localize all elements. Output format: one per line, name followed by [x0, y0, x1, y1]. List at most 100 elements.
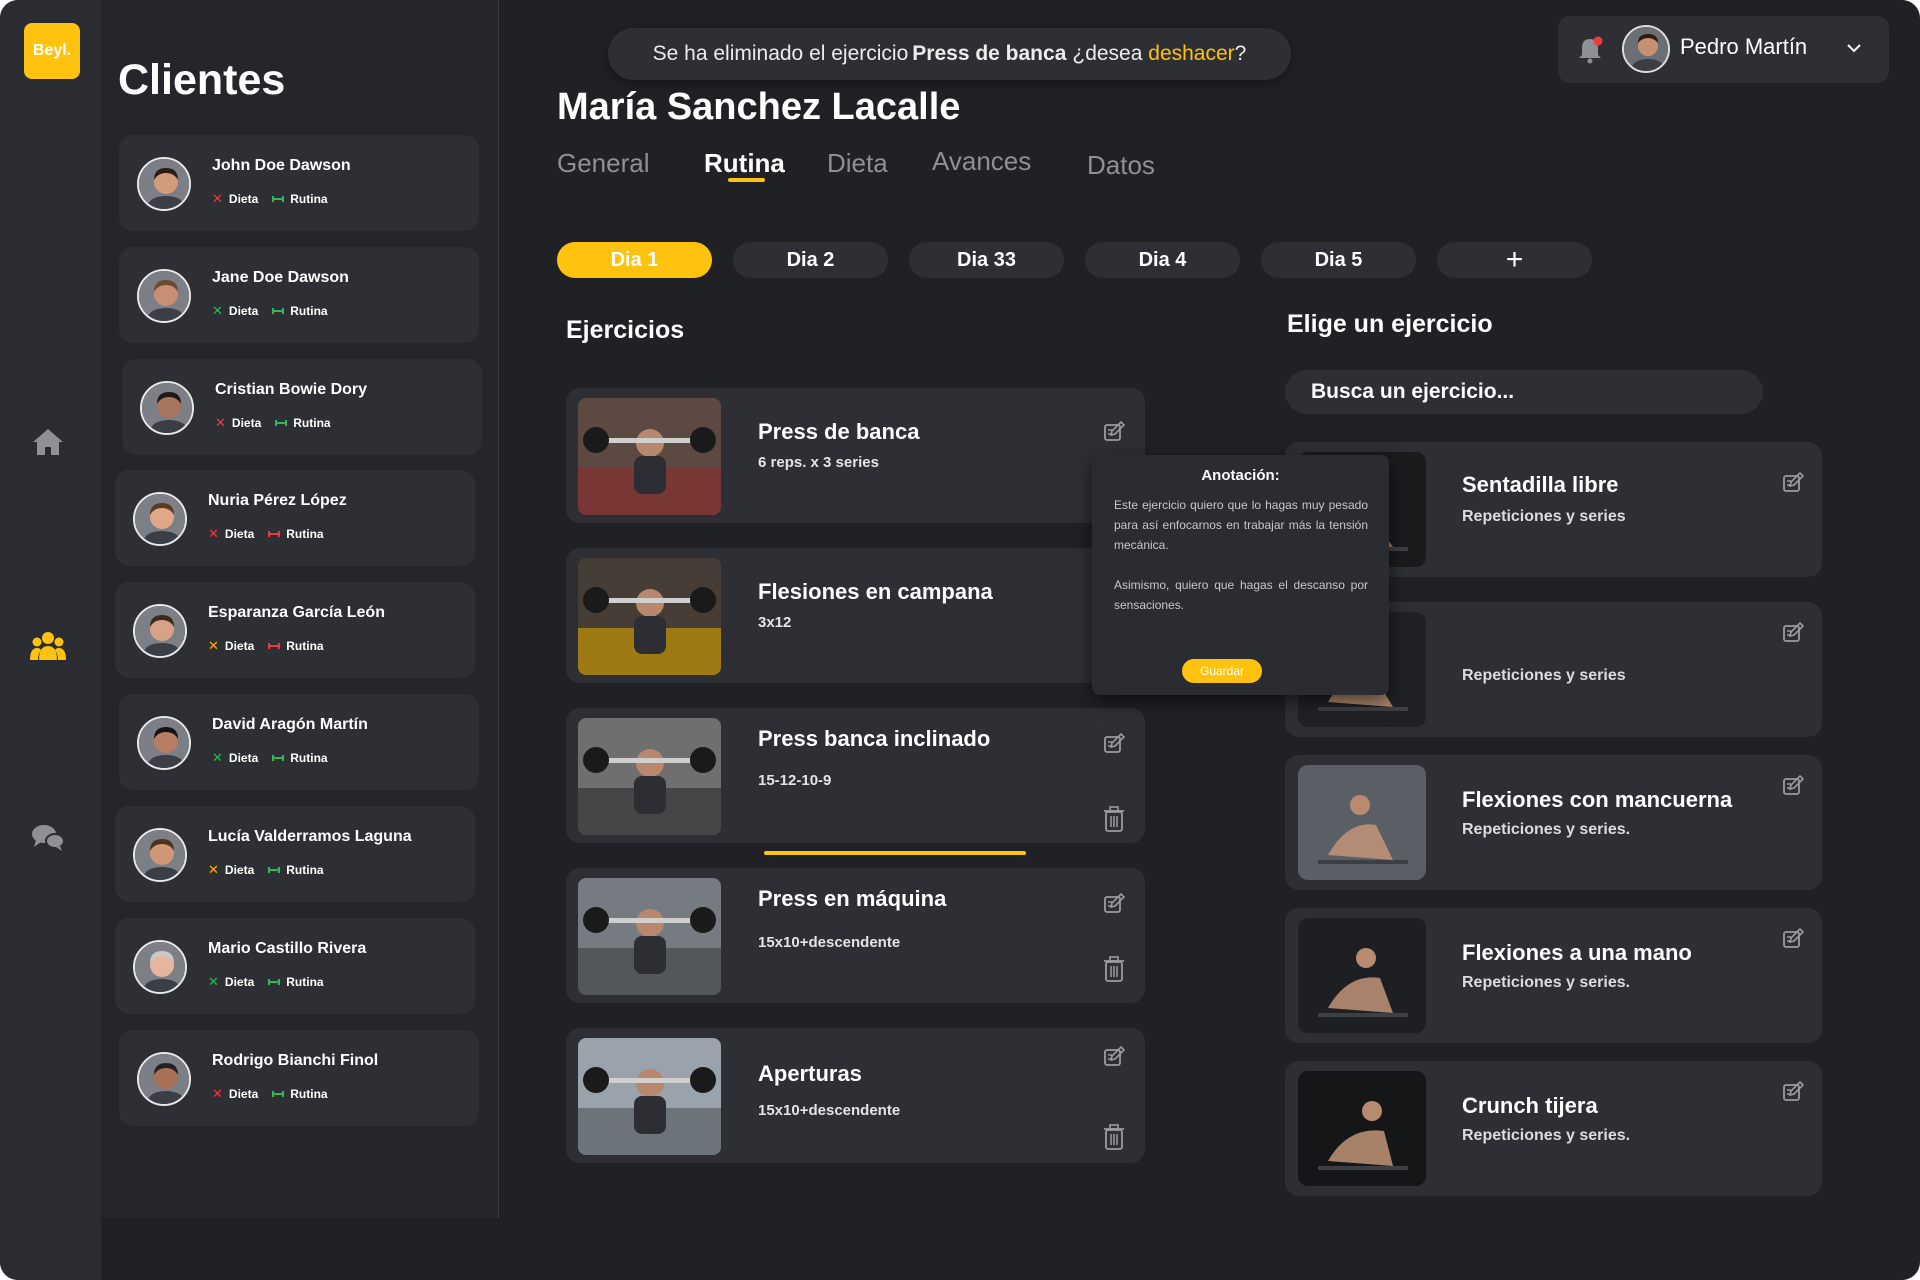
client-card[interactable]: Esparanza García León ✕ Dieta Rutina [115, 582, 475, 678]
day-pill-33[interactable]: Dia 33 [909, 242, 1064, 278]
catalog-exercise-detail: Repeticiones y series. [1462, 821, 1631, 838]
catalog-exercise-name: Crunch tijera [1462, 1093, 1598, 1118]
dieta-status-icon: ✕ [208, 974, 219, 989]
client-status-tags: ✕ Dieta Rutina [212, 303, 328, 319]
client-status-tags: ✕ Dieta Rutina [212, 191, 328, 207]
dieta-tag: ✕ Dieta [212, 303, 258, 319]
rutina-label: Rutina [290, 192, 328, 206]
rutina-tag: Rutina [268, 527, 324, 542]
add-day-button[interactable]: + [1437, 242, 1592, 278]
dieta-status-icon: ✕ [215, 415, 226, 430]
catalog-exercise-card[interactable]: Crunch tijera Repeticiones y series. [1285, 1061, 1822, 1196]
client-avatar [137, 1052, 191, 1106]
client-card[interactable]: Cristian Bowie Dory ✕ Dieta Rutina [122, 359, 482, 455]
exercise-search-input[interactable] [1285, 370, 1763, 414]
edit-icon[interactable] [1782, 774, 1805, 797]
client-avatar [133, 604, 187, 658]
chat-icon[interactable] [28, 818, 68, 858]
exercise-card[interactable]: Press banca inclinado 15-12-10-9 [566, 708, 1145, 843]
dieta-label: Dieta [228, 1087, 259, 1101]
dieta-status-icon: ✕ [208, 862, 219, 877]
trash-icon[interactable] [1103, 1124, 1125, 1150]
dieta-status-icon: ✕ [212, 191, 223, 206]
client-status-tags: ✕ Dieta Rutina [208, 638, 324, 654]
edit-icon[interactable] [1782, 471, 1805, 494]
catalog-exercise-detail: Repeticiones y series [1462, 667, 1626, 684]
edit-icon[interactable] [1782, 621, 1805, 644]
client-avatar [133, 828, 187, 882]
client-card[interactable]: Rodrigo Bianchi Finol ✕ Dieta Rutina [119, 1030, 479, 1126]
edit-icon[interactable] [1782, 927, 1805, 950]
client-name: John Doe Dawson [212, 157, 351, 174]
catalog-exercise-card[interactable]: Flexiones a una mano Repeticiones y serie… [1285, 908, 1822, 1043]
tab-dieta[interactable]: Dieta [827, 148, 888, 179]
rutina-label: Rutina [293, 416, 331, 430]
dieta-tag: ✕ Dieta [208, 974, 254, 990]
exercise-name: Press de banca [758, 419, 920, 444]
exercise-card[interactable]: Flesiones en campana 3x12 [566, 548, 1145, 683]
client-status-tags: ✕ Dieta Rutina [208, 526, 324, 542]
client-avatar [140, 381, 194, 435]
edit-icon[interactable] [1782, 1080, 1805, 1103]
day-pill-1[interactable]: Dia 1 [557, 242, 712, 278]
dieta-label: Dieta [228, 304, 259, 318]
edit-icon[interactable] [1103, 1045, 1126, 1068]
exercise-card[interactable]: Aperturas 15x10+descendente [566, 1028, 1145, 1163]
client-name: Nuria Pérez López [208, 492, 347, 509]
exercise-card[interactable]: Press en máquina 15x10+descendente [566, 868, 1145, 1003]
catalog-exercise-card[interactable]: Flexiones con mancuerna Repeticiones y se… [1285, 755, 1822, 890]
dieta-tag: ✕ Dieta [208, 638, 254, 654]
exercise-image [578, 398, 721, 515]
rutina-label: Rutina [286, 527, 324, 541]
edit-icon[interactable] [1103, 420, 1126, 443]
tab-rutina[interactable]: Rutina [704, 148, 785, 179]
client-avatar [137, 716, 191, 770]
tab-avances[interactable]: Avances [932, 146, 1031, 177]
day-pill-5[interactable]: Dia 5 [1261, 242, 1416, 278]
undo-link[interactable]: deshacer [1148, 42, 1234, 66]
day-pill-2[interactable]: Dia 2 [733, 242, 888, 278]
client-card[interactable]: Jane Doe Dawson ✕ Dieta Rutina [119, 247, 479, 343]
exercise-detail: 15x10+descendente [758, 1102, 901, 1119]
exercises-title: Ejercicios [566, 316, 685, 344]
drop-indicator [764, 851, 1026, 855]
day-pill-4[interactable]: Dia 4 [1085, 242, 1240, 278]
brand-logo[interactable]: Beyl. [24, 23, 80, 79]
notification-bell-icon[interactable] [1576, 36, 1604, 69]
edit-icon[interactable] [1103, 732, 1126, 755]
home-icon[interactable] [28, 422, 68, 462]
tab-datos[interactable]: Datos [1087, 150, 1155, 181]
annotation-paragraph-2: Asimismo, quiero que hagas el descanso p… [1114, 578, 1368, 612]
user-menu[interactable]: Pedro Martín [1558, 16, 1889, 83]
chevron-down-icon[interactable] [1844, 38, 1864, 63]
client-card[interactable]: Nuria Pérez López ✕ Dieta Rutina [115, 470, 475, 566]
annotation-paragraph-1: Este ejercicio quiero que lo hagas muy p… [1114, 498, 1368, 552]
client-name: Mario Castillo Rivera [208, 940, 367, 957]
client-name: Esparanza García León [208, 604, 385, 621]
rutina-tag: Rutina [268, 863, 324, 878]
exercise-card[interactable]: Press de banca 6 reps. x 3 series [566, 388, 1145, 523]
client-card[interactable]: David Aragón Martín ✕ Dieta Rutina [119, 694, 479, 790]
exercise-name: Press banca inclinado [758, 726, 991, 751]
edit-icon[interactable] [1103, 892, 1126, 915]
toast-exercise: Press de banca [912, 42, 1067, 65]
tab-general[interactable]: General [557, 148, 650, 179]
user-avatar[interactable] [1622, 25, 1670, 73]
client-name: Rodrigo Bianchi Finol [212, 1052, 379, 1069]
client-card[interactable]: Mario Castillo Rivera ✕ Dieta Rutina [115, 918, 475, 1014]
rutina-tag: Rutina [272, 192, 328, 207]
catalog-exercise-image [1298, 1071, 1426, 1186]
trash-icon[interactable] [1103, 806, 1125, 832]
rutina-label: Rutina [290, 304, 328, 318]
dieta-status-icon: ✕ [212, 303, 223, 318]
trash-icon[interactable] [1103, 956, 1125, 982]
annotation-save-button[interactable]: Guardar [1182, 659, 1262, 683]
users-icon[interactable] [28, 626, 68, 666]
rutina-label: Rutina [286, 863, 324, 877]
catalog-exercise-detail: Repeticiones y series [1462, 508, 1626, 525]
undo-toast: Se ha eliminado el ejercicio Press de ba… [608, 28, 1291, 80]
toast-suffix: ? [1234, 42, 1247, 65]
client-card[interactable]: John Doe Dawson ✕ Dieta Rutina [119, 135, 479, 231]
annotation-title: Anotación: [1201, 467, 1280, 484]
client-card[interactable]: Lucía Valderramos Laguna ✕ Dieta Rutina [115, 806, 475, 902]
